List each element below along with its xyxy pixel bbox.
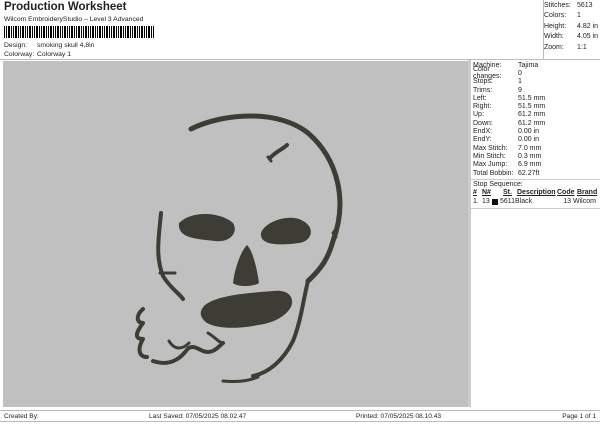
info-row: Colors: 1: [544, 11, 600, 22]
info-value: 51.5 mm: [518, 94, 546, 102]
page-title: Production Worksheet: [4, 1, 127, 13]
info-label: Min Stitch:: [473, 152, 506, 160]
design-value: smoking skull 4,8in: [37, 42, 95, 49]
footer: Created By: Last Saved: 07/05/2025 08.02…: [0, 410, 600, 422]
col-brand: Brand: [577, 189, 598, 197]
info-row: EndY: 0.00 in: [471, 136, 600, 144]
color-swatch: [492, 198, 498, 205]
info-value: 4.05 in: [577, 33, 599, 41]
design-preview: [3, 61, 468, 407]
info-value: 0.3 mm: [518, 152, 542, 160]
info-row: Down: 61.2 mm: [471, 119, 600, 127]
info-row: Width: 4.05 in: [544, 32, 600, 43]
info-label: Width:: [544, 33, 564, 41]
info-value: Tajima: [518, 61, 539, 69]
info-row: Stitches: 5613: [544, 0, 600, 11]
details-panel: Machine: Tajima Color changes: 0 Stops: 1 Trim…: [468, 60, 600, 407]
info-value: 0.00 in: [518, 136, 540, 144]
info-label: EndY:: [473, 136, 492, 144]
col-num: #: [473, 189, 477, 197]
info-value: 61.2 mm: [518, 119, 546, 127]
info-label: Down:: [473, 119, 493, 127]
info-label: Max Jump:: [473, 161, 508, 169]
info-label: Up:: [473, 111, 484, 119]
software-name: Wilcom EmbroideryStudio – Level 3 Advanc…: [4, 16, 144, 23]
info-value: 1: [577, 12, 581, 20]
col-st: St.: [503, 189, 512, 197]
col-code: Code: [557, 189, 575, 197]
divider: [471, 208, 600, 210]
info-value: 51.5 mm: [518, 103, 546, 111]
row-num: 1.: [473, 198, 479, 206]
row-description: Black: [515, 198, 533, 206]
info-label: EndX:: [473, 128, 493, 136]
info-value: 0.00 in: [518, 128, 540, 136]
info-label: Max Stitch:: [473, 144, 508, 152]
info-row: Trims: 9: [471, 86, 600, 94]
colorway-label: Colorway:: [4, 51, 35, 58]
row-brand: Wilcom: [573, 198, 596, 206]
info-value: 62.27ft: [518, 169, 540, 177]
info-label: Colors:: [544, 12, 567, 20]
stop-sequence-header: # N# St. Description Code Brand: [471, 188, 600, 197]
info-row: EndX: 0.00 in: [471, 127, 600, 135]
table-row: 1. 13 5611 Black 13 Wilcom: [471, 197, 600, 206]
info-row: Left: 51.5 mm: [471, 94, 600, 102]
info-row: Total Bobbin: 62.27ft: [471, 169, 600, 177]
summary-box: Stitches: 5613 Colors: 1 Height: 4.82 in Width…: [543, 0, 600, 60]
info-value: 7.0 mm: [518, 144, 542, 152]
design-label: Design:: [4, 42, 28, 49]
info-value: 9: [518, 86, 522, 94]
row-n: 13: [482, 198, 490, 206]
stop-sequence-title: Stop Sequence:: [471, 179, 600, 188]
info-label: Stops:: [473, 78, 493, 86]
info-row: Height: 4.82 in: [544, 21, 600, 32]
info-label: Stitches:: [544, 1, 571, 9]
info-value: 5613: [577, 1, 593, 9]
last-saved: Last Saved: 07/05/2025 08.02.47: [149, 413, 247, 420]
info-value: 1: [518, 78, 522, 86]
info-label: Right:: [473, 103, 492, 111]
info-label: Total Bobbin:: [473, 169, 514, 177]
info-row: Color changes: 0: [471, 66, 600, 80]
info-row: Right: 51.5 mm: [471, 102, 600, 110]
info-row: Max Stitch: 7.0 mm: [471, 144, 600, 152]
skull-embroidery: [135, 113, 343, 383]
col-description: Description: [517, 189, 556, 197]
info-value: 4.82 in: [577, 22, 599, 30]
info-row: Min Stitch: 0.3 mm: [471, 152, 600, 160]
info-value: 0: [518, 69, 522, 77]
info-row: Max Jump: 6.9 mm: [471, 161, 600, 169]
info-label: Zoom:: [544, 43, 564, 51]
info-value: 6.9 mm: [518, 161, 542, 169]
info-row: Up: 61.2 mm: [471, 111, 600, 119]
info-label: Trims:: [473, 86, 493, 94]
row-st: 5611: [500, 198, 516, 206]
created-by: Created By:: [4, 413, 39, 420]
info-row: Stops: 1: [471, 78, 600, 86]
info-label: Left:: [473, 94, 487, 102]
info-label: Height:: [544, 22, 567, 30]
col-n: N#: [482, 189, 491, 197]
info-value: 1:1: [577, 43, 587, 51]
printed: Printed: 07/05/2025 08.10.43: [356, 413, 442, 420]
page-number: Page 1 of 1: [562, 413, 596, 420]
colorway-value: Colorway 1: [37, 51, 71, 58]
barcode: [4, 26, 154, 38]
info-value: 61.2 mm: [518, 111, 546, 119]
info-row: Zoom: 1:1: [544, 42, 600, 53]
row-code: 13: [563, 198, 571, 206]
